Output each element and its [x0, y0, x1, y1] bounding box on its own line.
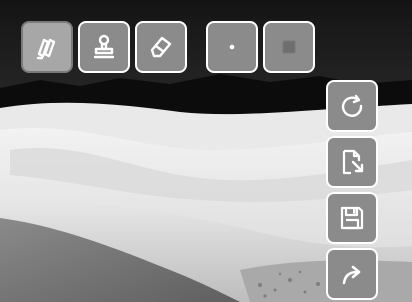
- pencil-icon: [32, 32, 62, 62]
- eraser-tool-button[interactable]: [135, 21, 187, 73]
- stamp-icon: [89, 32, 119, 62]
- next-button[interactable]: [326, 248, 378, 300]
- forward-arrow-icon: [337, 259, 367, 289]
- file-export-icon: [337, 147, 367, 177]
- rotate-icon: [337, 91, 367, 121]
- small-brush-icon: [217, 32, 247, 62]
- rotate-button[interactable]: [326, 80, 378, 132]
- small-brush-button[interactable]: [206, 21, 258, 73]
- save-button[interactable]: [326, 192, 378, 244]
- photo-edit-screen: [0, 0, 412, 302]
- eraser-icon: [146, 32, 176, 62]
- draw-tool-button[interactable]: [21, 21, 73, 73]
- save-icon: [337, 203, 367, 233]
- stamp-tool-button[interactable]: [78, 21, 130, 73]
- export-button[interactable]: [326, 136, 378, 188]
- large-brush-icon: [274, 32, 304, 62]
- large-brush-button[interactable]: [263, 21, 315, 73]
